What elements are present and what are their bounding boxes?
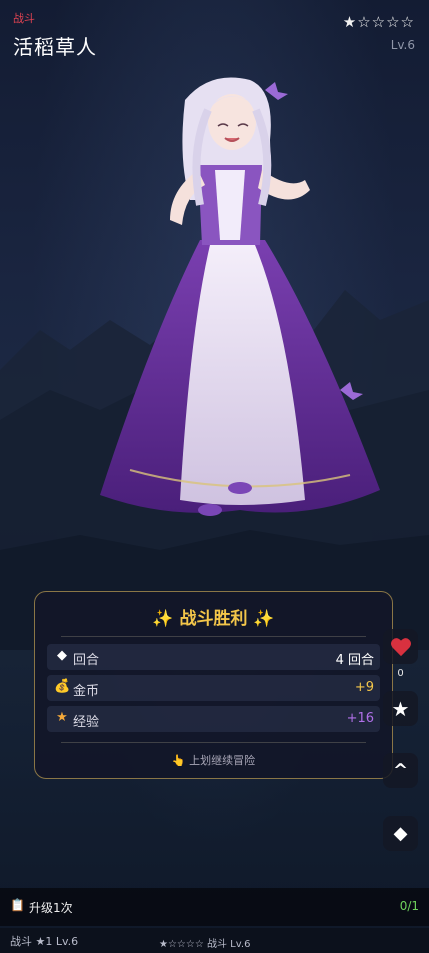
divider — [61, 742, 366, 743]
heart-icon — [390, 637, 411, 656]
like-count: 0 — [397, 668, 404, 679]
caret-up-icon: ^ — [392, 760, 409, 781]
upgrade-bar[interactable]: 📋 升级1次 0/1 — [0, 888, 429, 926]
diamond-button[interactable]: ◆ — [383, 816, 418, 851]
diamond-icon: ◆ — [57, 648, 67, 663]
upgrade-label: 升级1次 — [29, 901, 73, 915]
victory-title: ✨ 战斗胜利 ✨ — [152, 609, 275, 629]
row-value: +9 — [354, 680, 374, 695]
row-value: +16 — [346, 711, 374, 726]
footer-center-info: ★☆☆☆☆ 战斗 Lv.6 — [159, 939, 251, 950]
row-label: 经验 — [73, 715, 100, 730]
result-row-exp: ★ 经验 +16 — [47, 706, 380, 732]
row-label: 金币 — [73, 684, 100, 699]
battle-tag: 战斗 — [13, 12, 35, 25]
clipboard-icon: 📋 — [10, 898, 25, 912]
star-rating: ★☆☆☆☆ — [342, 13, 415, 31]
row-label: 回合 — [73, 653, 100, 668]
divider — [61, 636, 366, 637]
star-icon: ★ — [56, 710, 68, 725]
like-button[interactable] — [383, 629, 418, 664]
diamond-icon: ◆ — [393, 823, 408, 844]
footer-bar: 战斗 ★1 Lv.6 ★☆☆☆☆ 战斗 Lv.6 — [0, 928, 429, 953]
result-row-rounds: ◆ 回合 4 回合 — [47, 644, 380, 670]
upgrade-progress: 0/1 — [399, 899, 419, 913]
level-label: Lv.6 — [390, 38, 415, 52]
character-illustration — [100, 77, 380, 516]
result-row-gold: 💰 金币 +9 — [47, 675, 380, 701]
star-icon: ★ — [391, 696, 410, 721]
row-value: 4 回合 — [335, 653, 374, 668]
money-bag-icon: 💰 — [54, 679, 71, 694]
footer-left-info: 战斗 ★1 Lv.6 — [10, 935, 79, 948]
swipe-hint: 👆 上划继续冒险 — [171, 754, 256, 767]
enemy-name: 活稻草人 — [13, 35, 97, 59]
swipe-up-button[interactable]: ^ — [383, 753, 418, 788]
favorite-button[interactable]: ★ — [383, 691, 418, 726]
battle-result-panel: ✨ 战斗胜利 ✨ ◆ 回合 4 回合 💰 金币 +9 ★ 经验 +16 👆 上划… — [34, 591, 393, 779]
